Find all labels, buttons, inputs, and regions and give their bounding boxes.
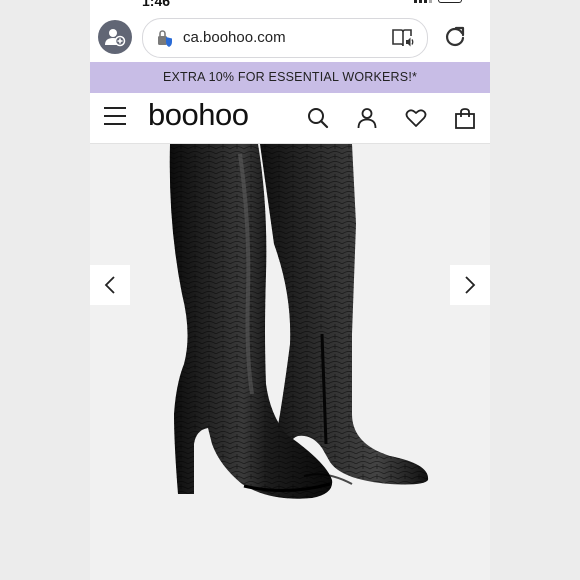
heart-icon[interactable]	[405, 107, 427, 129]
profile-add-icon[interactable]	[98, 20, 132, 54]
url-field[interactable]: ca.boohoo.com	[142, 18, 428, 58]
account-icon[interactable]	[356, 107, 378, 129]
promo-banner[interactable]: EXTRA 10% FOR ESSENTIAL WORKERS!*	[90, 62, 490, 93]
hamburger-menu-icon[interactable]	[104, 107, 126, 127]
site-header: boohoo	[90, 93, 490, 144]
site-info-icon[interactable]	[155, 28, 175, 48]
status-bar: 1:46	[90, 0, 490, 12]
battery-icon	[438, 0, 462, 3]
product-image[interactable]	[90, 144, 490, 580]
background-right	[490, 0, 580, 580]
shopping-bag-icon[interactable]	[454, 107, 476, 129]
status-indicators	[414, 0, 462, 3]
reload-icon[interactable]	[442, 24, 468, 50]
reader-view-icon[interactable]	[391, 27, 415, 49]
status-time: 1:46	[142, 0, 171, 9]
boots-illustration	[169, 144, 429, 499]
next-image-button[interactable]	[450, 265, 490, 305]
prev-image-button[interactable]	[90, 265, 130, 305]
signal-icon	[414, 0, 432, 3]
chevron-left-icon	[104, 276, 115, 294]
chevron-right-icon	[465, 276, 476, 294]
background-left	[0, 0, 90, 580]
search-icon[interactable]	[307, 107, 329, 129]
browser-address-bar: ca.boohoo.com	[90, 14, 490, 60]
phone-screen: 1:46 ca.boohoo.com EXTRA 10% FOR ESSENTI…	[90, 0, 490, 580]
site-logo[interactable]: boohoo	[148, 97, 249, 133]
url-text: ca.boohoo.com	[183, 29, 286, 46]
